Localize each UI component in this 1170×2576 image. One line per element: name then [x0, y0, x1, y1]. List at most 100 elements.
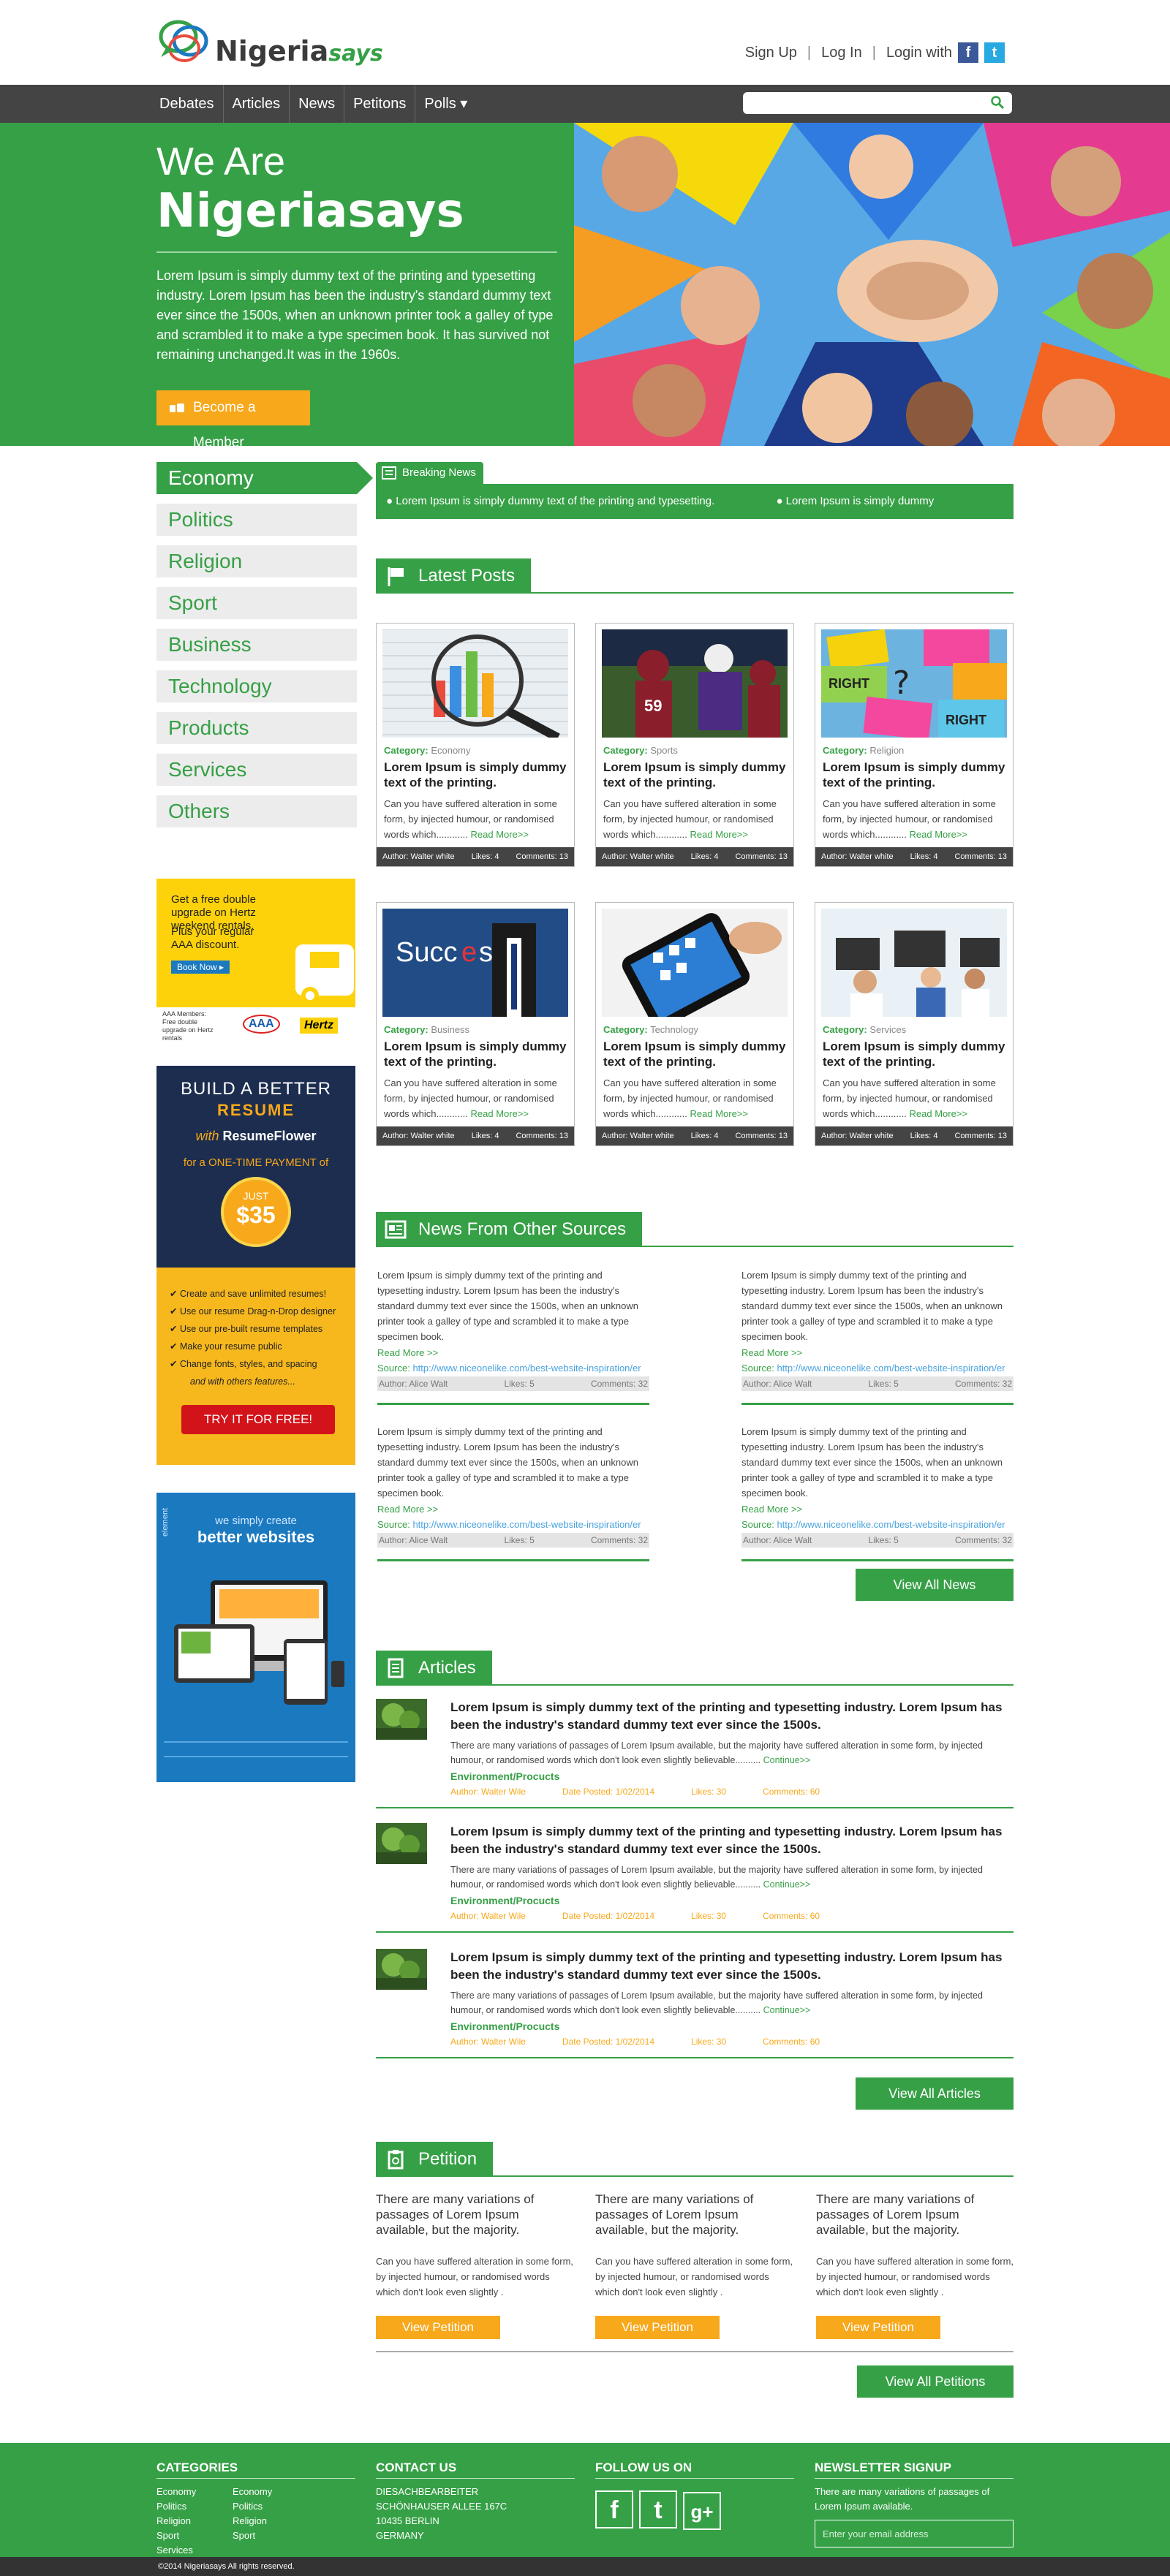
news-text: Lorem Ipsum is simply dummy text of the … [377, 1426, 638, 1499]
facebook-icon[interactable]: f [595, 2490, 633, 2528]
category-religion[interactable]: Religion [156, 545, 357, 577]
footer-link[interactable]: Economy [156, 2485, 233, 2499]
article-title[interactable]: Lorem Ipsum is simply dummy text of the … [450, 1699, 1014, 1734]
footer-link[interactable]: Economy [233, 2485, 272, 2499]
petition-description: Can you have suffered alteration in some… [376, 2256, 574, 2297]
category-economy[interactable]: Economy [156, 462, 373, 494]
nav-polls[interactable]: Polls ▾ [415, 85, 476, 123]
article-meta: Author: Walter Wile Date Posted: 1/02/201… [450, 2037, 820, 2047]
read-more-link[interactable]: Read More >> [377, 1347, 649, 1358]
nav-debates[interactable]: Debates [151, 85, 224, 123]
read-more-link[interactable]: Read More >> [741, 1504, 1014, 1515]
ad-hertz-text2: Plus your regular AAA discount. [171, 925, 254, 951]
nav-articles[interactable]: Articles [224, 85, 290, 123]
ad-resume-cta-button[interactable]: TRY IT FOR FREE! [181, 1405, 335, 1434]
article-thumbnail[interactable] [376, 1823, 427, 1864]
read-more-link[interactable]: Read More>> [910, 1108, 968, 1119]
post-card[interactable]: Category: Economy Lorem Ipsum is simply d… [376, 623, 575, 867]
view-all-news-button[interactable]: View All News [856, 1569, 1014, 1601]
footer-link[interactable]: Sport [233, 2528, 272, 2543]
category-services[interactable]: Services [156, 754, 357, 786]
article-tag[interactable]: Environment/Procucts [450, 1770, 559, 1782]
footer-link[interactable]: Politics [156, 2499, 233, 2514]
read-more-link[interactable]: Read More>> [471, 1108, 529, 1119]
post-image[interactable]: Success [382, 909, 568, 1017]
post-title[interactable]: Lorem Ipsum is simply dummy text of the … [384, 1039, 570, 1069]
view-all-petitions-button[interactable]: View All Petitions [857, 2365, 1014, 2398]
continue-link[interactable]: Continue>> [763, 1755, 811, 1765]
view-petition-button[interactable]: View Petition [595, 2316, 720, 2339]
read-more-link[interactable]: Read More >> [741, 1347, 1014, 1358]
post-card[interactable]: 59 Category: Sports Lorem Ipsum is simply … [595, 623, 794, 867]
article-tag[interactable]: Environment/Procucts [450, 2020, 559, 2032]
article-title[interactable]: Lorem Ipsum is simply dummy text of the … [450, 1949, 1014, 1984]
view-petition-button[interactable]: View Petition [816, 2316, 940, 2339]
continue-link[interactable]: Continue>> [763, 1879, 811, 1890]
ad-hertz-book-button[interactable]: Book Now ▸ [171, 961, 230, 974]
post-image[interactable] [821, 909, 1007, 1017]
read-more-link[interactable]: Read More>> [471, 829, 529, 840]
post-title[interactable]: Lorem Ipsum is simply dummy text of the … [823, 759, 1008, 790]
read-more-link[interactable]: Read More>> [910, 829, 968, 840]
post-title[interactable]: Lorem Ipsum is simply dummy text of the … [823, 1039, 1008, 1069]
view-petition-button[interactable]: View Petition [376, 2316, 500, 2339]
post-title[interactable]: Lorem Ipsum is simply dummy text of the … [603, 759, 789, 790]
footer-link[interactable]: Sport [156, 2528, 233, 2543]
list-item: ✔ Use our pre-built resume templates [170, 1324, 323, 1334]
search-icon[interactable] [990, 95, 1005, 110]
divider [741, 1403, 1014, 1405]
become-member-button[interactable]: Become a Member [156, 390, 310, 450]
post-title[interactable]: Lorem Ipsum is simply dummy text of the … [384, 759, 570, 790]
category-sport[interactable]: Sport [156, 587, 357, 619]
nav-news[interactable]: News [290, 85, 345, 123]
article-title[interactable]: Lorem Ipsum is simply dummy text of the … [450, 1823, 1014, 1858]
twitter-icon[interactable]: t [639, 2490, 677, 2528]
post-card[interactable]: Category: Services Lorem Ipsum is simply … [815, 902, 1014, 1146]
source-link[interactable]: http://www.niceonelike.com/best-website-… [412, 1363, 641, 1374]
category-products[interactable]: Products [156, 712, 357, 744]
newsletter-email-input[interactable] [815, 2520, 1014, 2547]
view-all-articles-button[interactable]: View All Articles [856, 2077, 1014, 2110]
source-link[interactable]: http://www.niceonelike.com/best-website-… [412, 1519, 641, 1530]
ad-element[interactable]: element we simply create better websites [156, 1493, 355, 1782]
read-more-link[interactable]: Read More>> [690, 829, 749, 840]
footer-link[interactable]: Services [156, 2543, 233, 2558]
breaking-item[interactable]: ● Lorem Ipsum is simply dummy text of th… [386, 495, 744, 507]
facebook-icon[interactable]: f [958, 42, 978, 63]
footer-link[interactable]: Religion [156, 2514, 233, 2528]
post-title[interactable]: Lorem Ipsum is simply dummy text of the … [603, 1039, 789, 1069]
article-tag[interactable]: Environment/Procucts [450, 1895, 559, 1906]
ad-hertz[interactable]: Get a free double upgrade on Hertz weeke… [156, 879, 355, 1044]
footer-link[interactable]: Politics [233, 2499, 272, 2514]
source-link[interactable]: http://www.niceonelike.com/best-website-… [777, 1519, 1005, 1530]
category-business[interactable]: Business [156, 629, 357, 661]
category-politics[interactable]: Politics [156, 504, 357, 536]
post-card[interactable]: Success Category: Business Lorem Ipsum is … [376, 902, 575, 1146]
login-link[interactable]: Log In [821, 45, 862, 61]
post-image[interactable] [382, 629, 568, 738]
footer-link[interactable]: Religion [233, 2514, 272, 2528]
source-link[interactable]: http://www.niceonelike.com/best-website-… [777, 1363, 1005, 1374]
petition-item: There are many variations of passages of… [595, 2192, 794, 2339]
ad-resumeflower[interactable]: BUILD A BETTER RESUME with ResumeFlower … [156, 1066, 355, 1465]
logo[interactable]: Nigeriasays [156, 12, 383, 73]
nav-petitions[interactable]: Petitons [344, 85, 416, 123]
post-image[interactable] [602, 909, 788, 1017]
post-image[interactable]: ? RIGHT RIGHT [821, 629, 1007, 738]
continue-link[interactable]: Continue>> [763, 2005, 811, 2015]
signup-link[interactable]: Sign Up [745, 45, 797, 61]
search-box[interactable] [743, 92, 1012, 114]
news-meta: Author: Alice Walt Likes: 5 Comments: 32 [741, 1533, 1014, 1548]
article-thumbnail[interactable] [376, 1699, 427, 1740]
category-others[interactable]: Others [156, 795, 357, 827]
post-image[interactable]: 59 [602, 629, 788, 738]
google-plus-icon[interactable]: g+ [683, 2492, 721, 2530]
twitter-icon[interactable]: t [984, 42, 1005, 63]
read-more-link[interactable]: Read More >> [377, 1504, 649, 1515]
post-card[interactable]: ? RIGHT RIGHT Category: Religion Lorem Ipsum… [815, 623, 1014, 867]
handshake-icon [170, 404, 184, 412]
read-more-link[interactable]: Read More>> [690, 1108, 749, 1119]
category-technology[interactable]: Technology [156, 670, 357, 702]
post-card[interactable]: Category: Technology Lorem Ipsum is simpl… [595, 902, 794, 1146]
article-thumbnail[interactable] [376, 1949, 427, 1990]
